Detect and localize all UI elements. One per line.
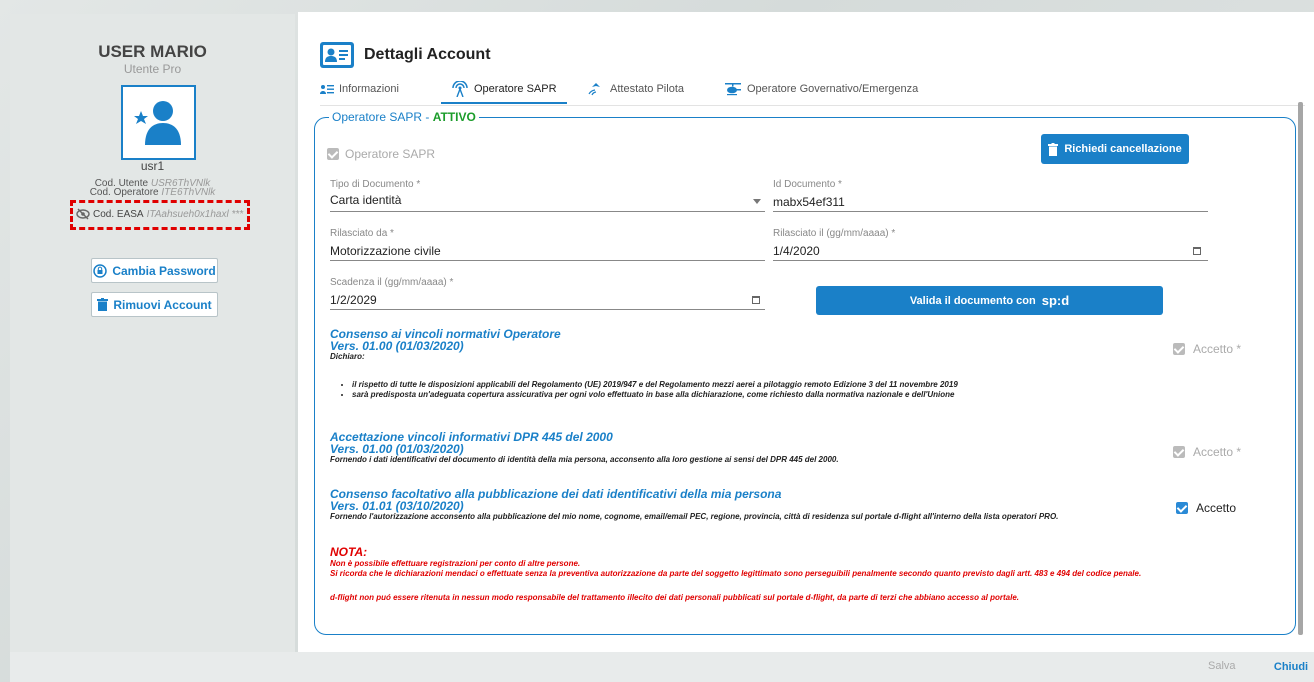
change-password-label: Cambia Password [112,263,216,278]
doc-id-underline [773,211,1208,212]
operatore-sapr-checkbox-label: Operatore SAPR [345,147,436,161]
remove-account-button[interactable]: Rimuovi Account [91,292,218,317]
issued-on-underline [773,260,1208,261]
expiry-underline [330,309,765,310]
eye-off-icon[interactable] [76,208,90,220]
accept-label: Accetto [1196,501,1237,515]
drone-signal-icon [588,83,600,96]
consent-version: Vers. 01.00 (01/03/2020) [330,442,464,456]
nota-line: d-flight non puó essere ritenuta in ness… [330,593,1020,602]
consent-normative: Consenso ai vincoli normativi Operatore … [330,328,1270,362]
consent-bullets: il rispetto di tutte le disposizioni app… [352,380,1272,400]
consent-publication: Consenso facoltativo alla pubblicazione … [330,488,1270,522]
doc-type-underline [330,211,765,212]
status-badge: ATTIVO [432,110,476,124]
id-card-icon [320,42,354,68]
avatar [121,85,196,160]
calendar-icon[interactable] [752,296,760,304]
user-name: USER MARIO [98,42,207,61]
save-button[interactable]: Salva [1208,660,1236,672]
accept-label: Accetto * [1193,445,1242,459]
helicopter-icon [725,83,741,96]
sapr-legend: Operatore SAPR - ATTIVO [329,110,479,124]
user-role: Utente Pro [123,62,182,76]
consent-version: Vers. 01.00 (01/03/2020) [330,339,464,353]
dialog-footer: Salva Chiudi [10,652,1314,682]
tab-operatore-sapr[interactable]: Operatore SAPR [441,78,567,104]
cod-easa: Cod. EASA ITAahsueh0x1haxl *** [76,208,243,220]
consent-text: Fornendo i dati identificativi del docum… [330,455,839,464]
legend-prefix: Operatore SAPR - [332,110,433,124]
remove-account-label: Rimuovi Account [113,297,212,312]
doc-id-label: Id Documento * [773,179,842,190]
consent-text: Fornendo l'autorizzazione acconsento all… [330,512,1059,521]
consent-intro: Dichiaro: [330,352,365,361]
trash-icon [1048,142,1059,156]
account-details-panel: Dettagli Account Informazioni Operatore … [298,12,1314,652]
tab-attestato-pilota-label: Attestato Pilota [610,83,684,95]
issued-by-input[interactable]: Motorizzazione civile [330,244,441,258]
checkbox-checked-icon [1176,502,1188,514]
spid-logo: sp:d [1041,293,1070,308]
consent-dpr445: Accettazione vincoli informativi DPR 445… [330,431,1270,465]
issued-by-label: Rilasciato da * [330,228,394,239]
validate-spid-label: Valida il documento con [909,294,1036,307]
accept-normative-checkbox[interactable]: Accetto * [1173,342,1241,356]
cod-easa-label: Cod. EASA [93,208,144,220]
nota-line: Si ricorda che le dichiarazioni mendaci … [330,569,1142,578]
doc-type-select[interactable]: Carta identità [330,193,401,207]
cod-operatore-value: ITE6ThVNlk [161,187,216,198]
nota-line: Non è possibile effettuare registrazioni… [330,559,581,568]
checkbox-disabled-icon [327,148,339,160]
consent-version: Vers. 01.01 (03/10/2020) [330,499,464,513]
username: usr1 [140,159,165,173]
tab-operatore-governativo-label: Operatore Governativo/Emergenza [747,83,919,95]
expiry-input[interactable]: 1/2/2029 [330,293,377,307]
cod-operatore-label: Cod. Operatore [89,187,159,198]
change-password-button[interactable]: Cambia Password [91,258,218,283]
request-deletion-label: Richiedi cancellazione [1064,143,1182,155]
cod-operatore: Cod. Operatore ITE6ThVNlk [10,188,295,198]
issued-on-input[interactable]: 1/4/2020 [773,244,820,258]
user-sidebar: USER MARIO Utente Pro usr1 Cod. Utente U… [10,14,295,652]
tab-informazioni-label: Informazioni [339,83,399,95]
accept-label: Accetto * [1193,342,1242,356]
issued-by-underline [330,260,765,261]
trash-icon [97,298,109,311]
page-header: Dettagli Account [320,42,491,68]
list-item: sarà predisposta un'adeguata copertura a… [352,390,1272,400]
chevron-down-icon[interactable] [753,199,761,204]
tab-operatore-governativo[interactable]: Operatore Governativo/Emergenza [724,78,918,100]
request-deletion-button[interactable]: Richiedi cancellazione [1041,134,1189,164]
consent-title: Accettazione vincoli informativi DPR 445… [330,430,613,444]
expiry-label: Scadenza il (gg/mm/aaaa) * [330,277,454,288]
antenna-icon [452,81,468,97]
close-button[interactable]: Chiudi [1268,652,1314,682]
issued-on-label: Rilasciato il (gg/mm/aaaa) * [773,228,896,239]
consent-title: Consenso ai vincoli normativi Operatore [330,327,561,341]
calendar-icon[interactable] [1193,247,1201,255]
tab-operatore-sapr-label: Operatore SAPR [474,83,557,95]
page-title: Dettagli Account [364,46,491,63]
list-item: il rispetto di tutte le disposizioni app… [352,380,1272,390]
user-list-icon [320,85,334,94]
consent-title: Consenso facoltativo alla pubblicazione … [330,487,782,501]
validate-spid-button[interactable]: Valida il documento con sp:d [816,286,1163,315]
tab-divider [320,105,1305,106]
doc-type-label: Tipo di Documento * [330,179,421,190]
checkbox-disabled-icon [1173,343,1185,355]
operatore-sapr-checkbox[interactable]: Operatore SAPR [327,147,435,161]
checkbox-disabled-icon [1173,446,1185,458]
doc-id-input[interactable]: mabx54ef311 [773,195,845,209]
tab-attestato-pilota[interactable]: Attestato Pilota [587,78,684,100]
nota-title: NOTA: [330,545,368,559]
nota-block: NOTA: Non è possibile effettuare registr… [330,545,1300,603]
cod-easa-value: ITAahsueh0x1haxl *** [146,208,244,220]
user-star-icon [134,101,181,145]
lock-refresh-icon [93,263,108,278]
tab-informazioni[interactable]: Informazioni [320,78,399,100]
accept-publication-checkbox[interactable]: Accetto [1176,501,1236,515]
accept-dpr445-checkbox[interactable]: Accetto * [1173,445,1241,459]
